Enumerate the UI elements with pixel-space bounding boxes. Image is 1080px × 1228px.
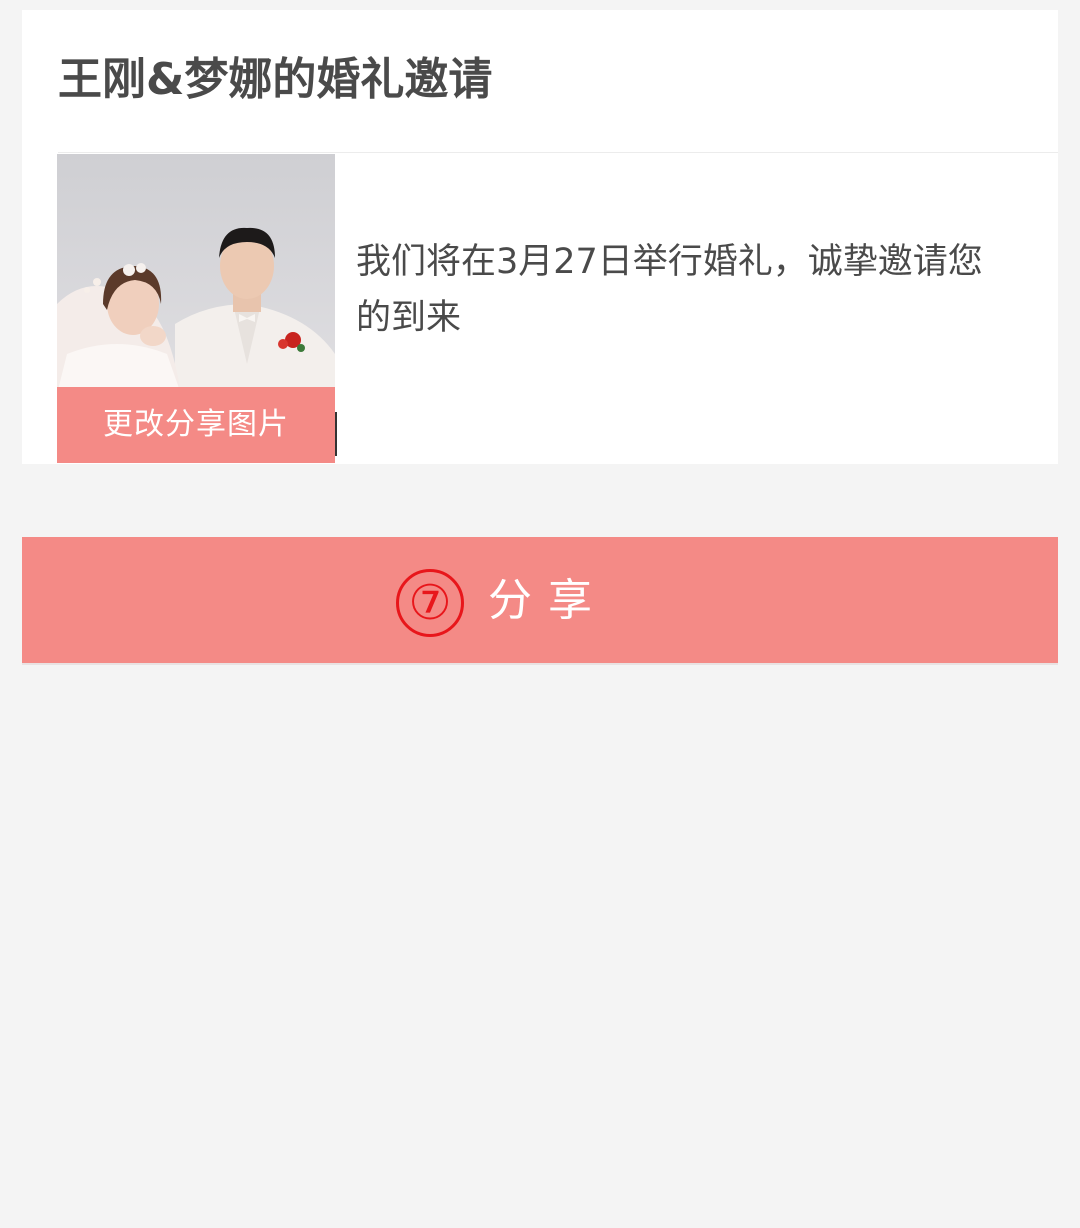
step-number-badge: ⑦	[396, 569, 464, 637]
share-button-label: 分享	[488, 575, 608, 626]
divider	[58, 152, 1058, 153]
share-title[interactable]: 王刚&梦娜的婚礼邀请	[58, 48, 492, 112]
change-share-image-button[interactable]: 更改分享图片	[57, 387, 335, 463]
share-description[interactable]: 我们将在3月27日举行婚礼，诚挚邀请您的到来	[356, 234, 1016, 346]
share-button[interactable]: ⑦ 分享	[22, 537, 1058, 665]
share-image[interactable]: 更改分享图片	[57, 154, 335, 463]
share-card: 王刚&梦娜的婚礼邀请 更改分享图片 我们将在3月27日举行婚礼，诚挚邀请您的到来	[22, 10, 1058, 464]
image-edge	[335, 412, 337, 456]
